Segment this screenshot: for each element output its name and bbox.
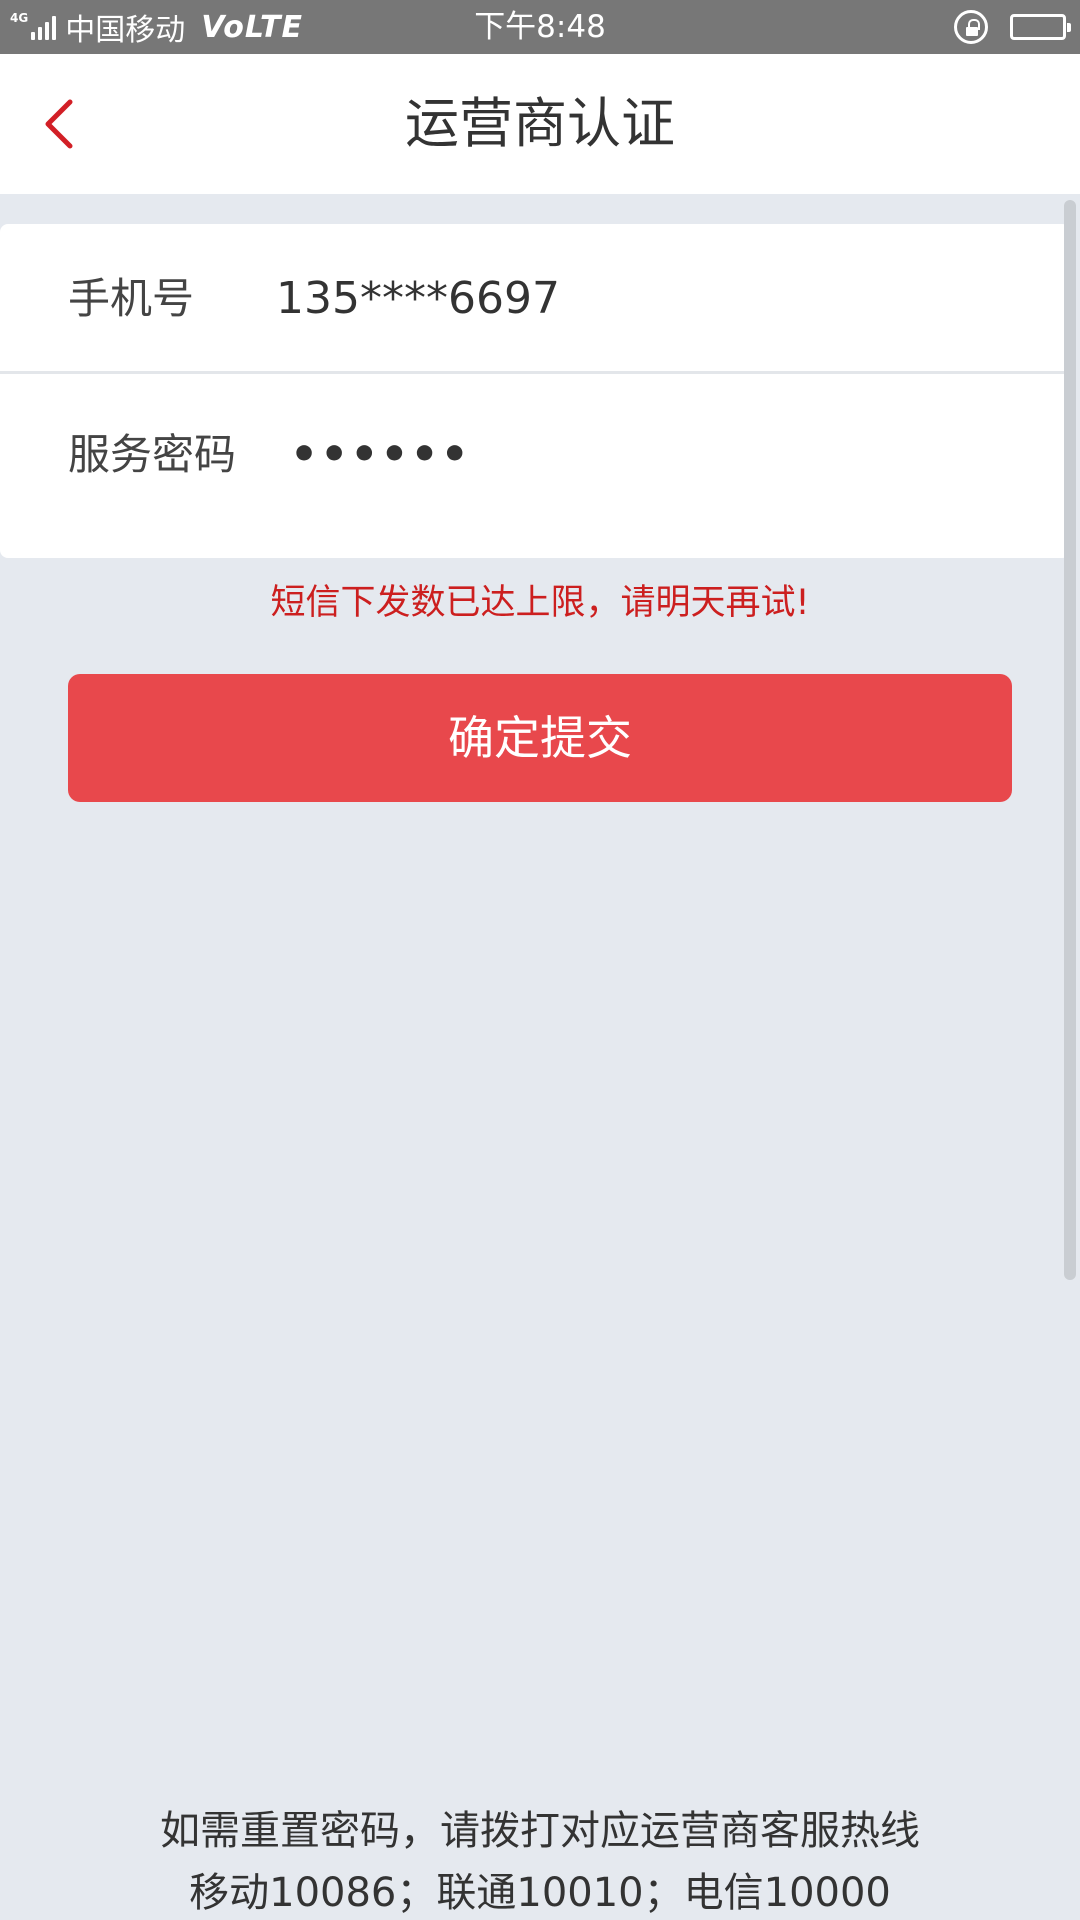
footer-line-1: 如需重置密码，请拨打对应运营商客服热线 <box>160 1808 920 1854</box>
password-field[interactable]: •••••• <box>290 380 471 530</box>
footer-hint: 如需重置密码，请拨打对应运营商客服热线 移动10086；联通10010；电信10… <box>0 1800 1080 1920</box>
battery-icon <box>1010 14 1071 40</box>
phone-row: 手机号 135****6697 <box>0 224 1070 374</box>
error-message: 短信下发数已达上限，请明天再试! <box>270 583 810 623</box>
status-bar: 4G 中国移动 VoLTE 下午8:48 <box>0 0 1080 54</box>
header-bar: 运营商认证 <box>0 54 1080 194</box>
form-card: 手机号 135****6697 服务密码 •••••• <box>0 224 1070 558</box>
rotation-lock-icon <box>954 10 988 44</box>
phone-label: 手机号 <box>68 274 195 323</box>
password-row: 服务密码 •••••• <box>0 374 1070 524</box>
phone-field: 135****6697 <box>276 273 560 324</box>
footer-line-2: 移动10086；联通10010；电信10000 <box>189 1870 891 1916</box>
submit-button[interactable]: 确定提交 <box>68 674 1012 802</box>
status-right <box>954 0 1071 54</box>
status-time: 下午8:48 <box>474 9 606 45</box>
page-title: 运营商认证 <box>405 92 675 155</box>
scrollbar[interactable] <box>1064 200 1076 1280</box>
app-screen: 4G 中国移动 VoLTE 下午8:48 运营商认证 手机号 135****66… <box>0 0 1080 1920</box>
password-label: 服务密码 <box>68 430 237 479</box>
